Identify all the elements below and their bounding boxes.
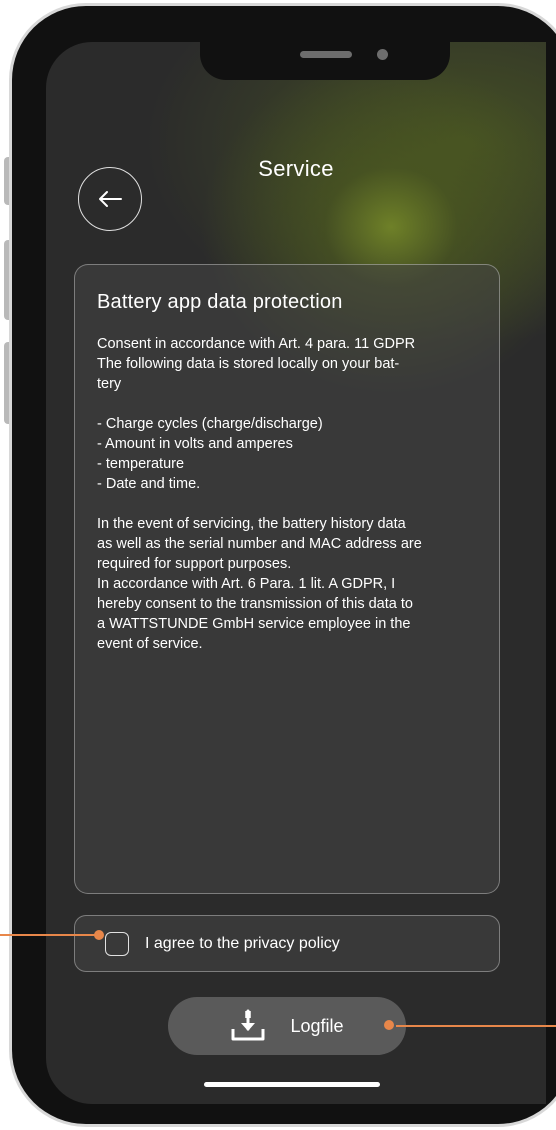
privacy-consent-label: I agree to the privacy policy [145,934,340,952]
back-button[interactable] [78,167,142,231]
mockup-stage: Service Battery app data protection Cons… [0,0,556,1130]
speaker-grill [300,51,352,58]
logfile-callout-line [396,1025,556,1027]
home-indicator [204,1082,380,1087]
privacy-consent-checkbox[interactable] [105,931,129,956]
privacy-consent-row[interactable]: I agree to the privacy policy [74,915,500,972]
arrow-left-icon [99,191,122,207]
logfile-callout-dot [384,1020,394,1030]
logfile-button-label: Logfile [290,1015,344,1036]
card-title: Battery app data protection [97,291,343,313]
app-screen: Service Battery app data protection Cons… [46,42,546,1104]
phone-notch [200,42,450,80]
privacy-policy-text: Consent in accordance with Art. 4 para. … [97,336,422,652]
privacy-policy-card[interactable]: Battery app data protection Consent in a… [74,264,500,894]
checkbox-callout-dot [94,930,104,940]
logfile-button[interactable]: Logfile [168,997,406,1055]
download-icon [230,1009,266,1043]
checkbox-callout-line [0,934,96,936]
front-camera [377,49,388,60]
